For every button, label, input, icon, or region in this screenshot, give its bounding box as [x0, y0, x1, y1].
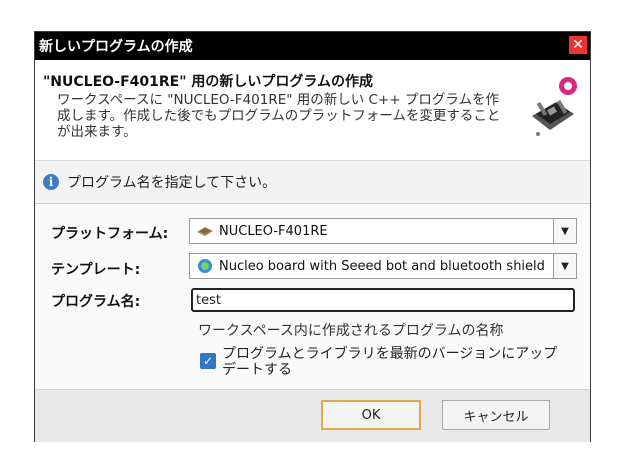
dialog-title: 新しいプログラムの作成 [39, 39, 193, 55]
template-icon [198, 259, 212, 273]
template-dropdown-icon[interactable]: ▼ [553, 254, 576, 278]
new-program-dialog: 新しいプログラムの作成 ✕ "NUCLEO-F401RE" 用の新しいプログラム… [34, 31, 591, 442]
program-name-hint: ワークスペース内に作成されるプログラムの名称 [198, 323, 504, 339]
platform-value: NUCLEO-F401RE [219, 223, 328, 239]
cancel-button[interactable]: キャンセル [442, 400, 550, 430]
title-bar: 新しいプログラムの作成 ✕ [35, 32, 590, 60]
template-label: テンプレート: [51, 262, 141, 278]
template-select[interactable]: Nucleo board with Seeed bot and bluetoot… [189, 253, 577, 279]
platform-label: プラットフォーム: [51, 226, 169, 242]
platform-dropdown-icon[interactable]: ▼ [553, 219, 576, 243]
board-icon [532, 77, 577, 136]
close-icon[interactable]: ✕ [569, 36, 587, 54]
header-description: ワークスペースに "NUCLEO-F401RE" 用の新しい C++ プログラム… [57, 92, 501, 140]
update-checkbox[interactable]: ✓ [200, 353, 216, 369]
info-message: プログラム名を指定して下さい。 [67, 175, 277, 191]
header-title: "NUCLEO-F401RE" 用の新しいプログラムの作成 [43, 74, 373, 90]
update-checkbox-label[interactable]: プログラムとライブラリを最新のバージョンにアップデートする [222, 346, 562, 378]
dialog-footer: OK キャンセル [35, 389, 590, 442]
template-value: Nucleo board with Seeed bot and bluetoot… [219, 258, 545, 274]
platform-select[interactable]: NUCLEO-F401RE ▼ [189, 218, 577, 244]
ok-button[interactable]: OK [321, 400, 421, 430]
program-name-input[interactable]: test [191, 288, 575, 312]
info-bar: i プログラム名を指定して下さい。 [35, 161, 590, 204]
info-icon: i [43, 174, 59, 190]
dialog-header: "NUCLEO-F401RE" 用の新しいプログラムの作成 ワークスペースに "… [35, 60, 590, 161]
platform-chip-icon [197, 227, 213, 236]
program-name-label: プログラム名: [51, 294, 141, 310]
